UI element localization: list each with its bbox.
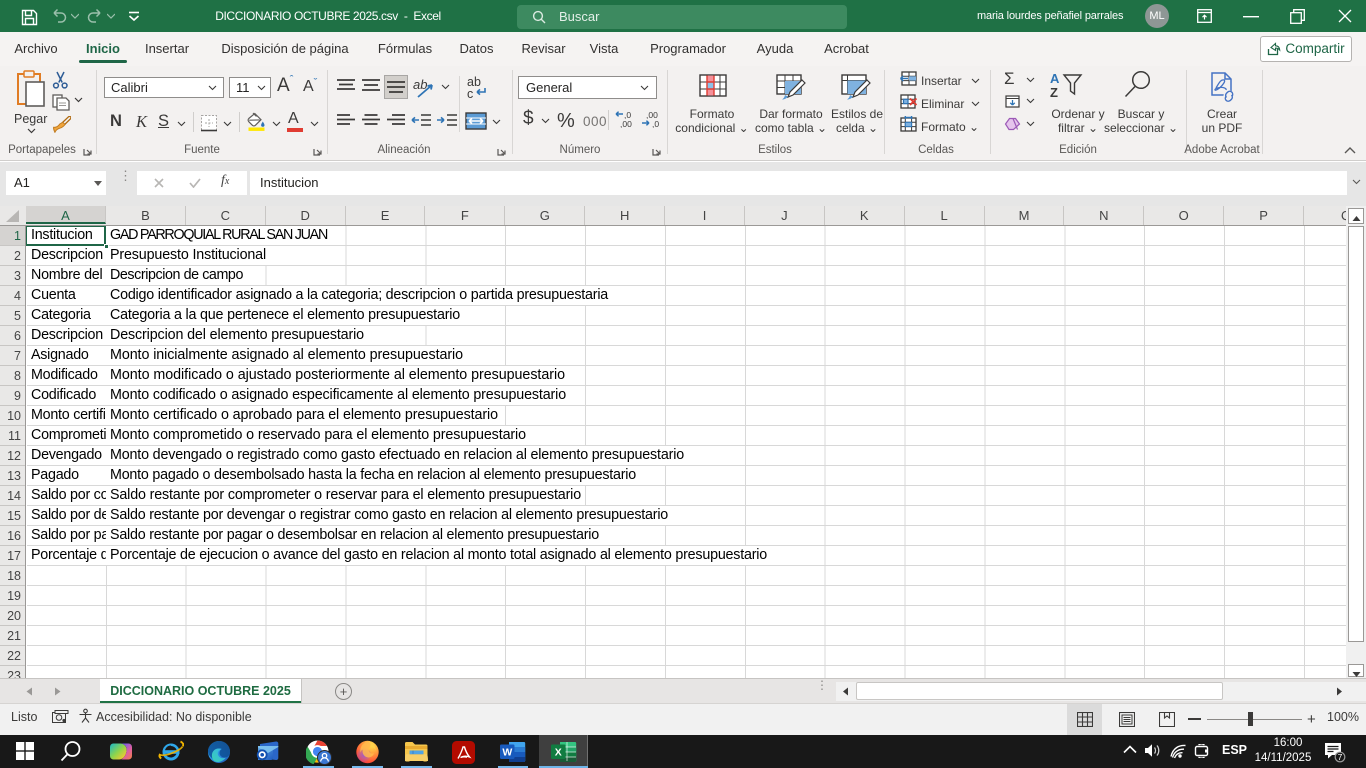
svg-text:c: c bbox=[467, 87, 473, 99]
svg-text:,0: ,0 bbox=[652, 119, 659, 129]
svg-text:A: A bbox=[1050, 72, 1060, 86]
svg-text:,00: ,00 bbox=[620, 119, 632, 129]
svg-text:Z: Z bbox=[1050, 85, 1058, 99]
svg-text:W: W bbox=[502, 747, 512, 759]
svg-text:X: X bbox=[555, 747, 562, 759]
svg-text:7: 7 bbox=[1338, 752, 1343, 762]
